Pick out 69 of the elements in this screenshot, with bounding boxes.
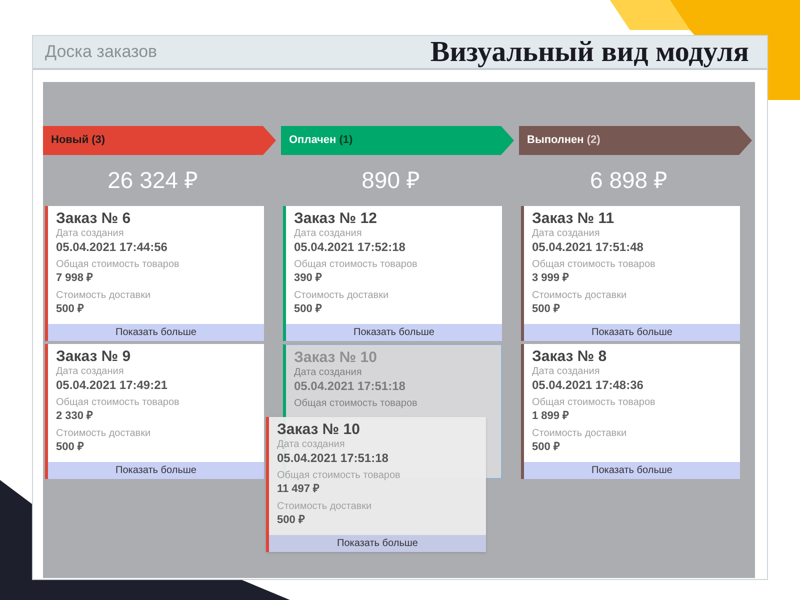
field-label: Общая стоимость товаров [277,470,400,482]
stage-total: 6 898 ₽ [590,166,667,196]
field-value: 390 ₽ [294,271,322,285]
field-value: 05.04.2021 17:51:18 [277,451,388,465]
field-value: 05.04.2021 17:52:18 [294,240,406,254]
field-label: Стоимость доставки [56,290,151,302]
show-more-button[interactable]: Показать больше [524,462,740,479]
field-value: 500 ₽ [56,302,84,316]
field-label: Общая стоимость товаров [532,259,656,271]
field-label: Общая стоимость товаров [294,259,418,271]
stage-label: Новый [51,133,89,148]
order-title: Заказ № 6 [56,210,131,228]
stage-total: 890 ₽ [362,166,420,196]
stage-count: (1) [339,133,353,148]
field-label: Дата создания [294,367,362,379]
field-value: 500 ₽ [294,302,322,316]
field-value: 11 497 ₽ [277,482,320,496]
order-card[interactable]: Заказ № 9 Дата создания 05.04.2021 17:49:21 Общая стоимость товаров 2 330 ₽ Стоимость доставки 500 ₽ Показать больше [45,344,264,479]
order-title: Заказ № 9 [56,348,131,366]
field-label: Общая стоимость товаров [56,397,180,409]
show-more-button[interactable]: Показать больше [48,462,264,479]
field-value: 05.04.2021 17:51:18 [294,379,406,393]
order-title: Заказ № 10 [277,421,360,439]
field-value: 500 ₽ [532,440,560,454]
field-label: Стоимость доставки [294,290,389,302]
stage-label: Оплачен [289,133,336,148]
order-title: Заказ № 11 [532,210,614,228]
dragged-order-card[interactable]: Заказ № 10 Дата создания 05.04.2021 17:51:18 Общая стоимость товаров 11 497 ₽ Стоимость доставки 500 ₽ Показать больше [266,417,486,552]
field-label: Стоимость доставки [532,428,627,440]
field-label: Дата создания [56,228,124,240]
field-label: Общая стоимость товаров [294,398,418,410]
field-label: Дата создания [277,439,345,451]
field-value: 7 998 ₽ [56,271,93,285]
field-value: 500 ₽ [56,440,84,454]
field-value: 2 330 ₽ [56,409,93,423]
field-label: Дата создания [532,228,600,240]
field-label: Стоимость доставки [277,501,372,513]
field-label: Дата создания [532,366,600,378]
stage-count: (3) [92,133,106,148]
order-card[interactable]: Заказ № 11 Дата создания 05.04.2021 17:51:48 Общая стоимость товаров 3 999 ₽ Стоимость доставки 500 ₽ Показать больше [521,206,740,341]
field-value: 05.04.2021 17:44:56 [56,240,168,254]
field-label: Общая стоимость товаров [532,397,656,409]
show-more-button[interactable]: Показать больше [524,324,740,341]
stage-count: (2) [586,133,600,148]
field-label: Общая стоимость товаров [56,259,180,271]
board-title: Доска заказов [45,41,158,64]
field-value: 1 899 ₽ [532,409,569,423]
field-label: Стоимость доставки [532,290,627,302]
order-title: Заказ № 10 [294,349,377,367]
field-label: Стоимость доставки [56,428,151,440]
field-value: 05.04.2021 17:48:36 [532,378,644,392]
show-more-button[interactable]: Показать больше [48,324,264,341]
stage-label: Выполнен [527,133,584,148]
field-value: 05.04.2021 17:51:48 [532,240,644,254]
slide-caption: Визуальный вид модуля [430,37,749,67]
order-card[interactable]: Заказ № 8 Дата создания 05.04.2021 17:48:36 Общая стоимость товаров 1 899 ₽ Стоимость доставки 500 ₽ Показать больше [521,344,740,479]
field-value: 500 ₽ [277,513,304,527]
order-card[interactable]: Заказ № 6 Дата создания 05.04.2021 17:44:56 Общая стоимость товаров 7 998 ₽ Стоимость доставки 500 ₽ Показать больше [45,206,264,341]
order-card[interactable]: Заказ № 12 Дата создания 05.04.2021 17:52:18 Общая стоимость товаров 390 ₽ Стоимость доставки 500 ₽ Показать больше [283,206,502,341]
field-value: 05.04.2021 17:49:21 [56,378,168,392]
field-value: 500 ₽ [532,302,560,316]
field-label: Дата создания [294,228,362,240]
show-more-button[interactable]: Показать больше [269,535,486,552]
stage-total: 26 324 ₽ [108,166,198,196]
show-more-button[interactable]: Показать больше [286,324,502,341]
field-label: Дата создания [56,366,124,378]
order-title: Заказ № 8 [532,348,607,366]
field-value: 3 999 ₽ [532,271,569,285]
order-title: Заказ № 12 [294,210,377,228]
